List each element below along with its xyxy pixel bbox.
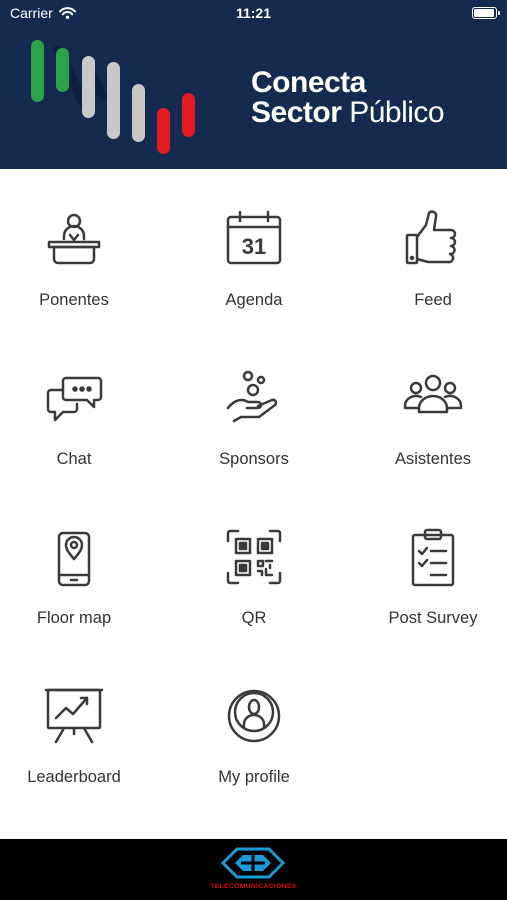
menu-item-floor-map[interactable]: Floor map xyxy=(0,487,154,637)
phone-location-icon xyxy=(57,531,91,587)
clock: 11:21 xyxy=(235,5,272,21)
menu-item-agenda[interactable]: 31 Agenda xyxy=(174,169,334,319)
logo-bar-gray-1 xyxy=(82,56,95,118)
menu-item-label: Ponentes xyxy=(39,291,109,309)
menu-item-sponsors[interactable]: Sponsors xyxy=(174,328,334,478)
menu-item-label: Floor map xyxy=(36,609,112,627)
user-circle-icon xyxy=(227,689,281,743)
menu-item-leaderboard[interactable]: Leaderboard xyxy=(0,646,154,796)
menu-item-chat[interactable]: Chat xyxy=(0,328,154,478)
menu-item-label: Post Survey xyxy=(388,609,478,627)
logo-bar-red-2 xyxy=(182,93,195,137)
qr-code-icon xyxy=(226,529,282,585)
header-title-regular: Público xyxy=(349,96,445,129)
menu-item-label: Agenda xyxy=(225,291,283,309)
calendar-day-number: 31 xyxy=(242,234,266,259)
clipboard-checklist-icon xyxy=(411,528,455,587)
logo-bar-red-1 xyxy=(157,108,170,154)
logo-bar-green-1 xyxy=(31,40,44,102)
menu-item-feed[interactable]: Feed xyxy=(353,169,507,319)
thumbs-up-icon xyxy=(405,210,457,265)
menu-item-post-survey[interactable]: Post Survey xyxy=(353,487,507,637)
menu-item-qr[interactable]: QR xyxy=(174,487,334,637)
status-bar: Carrier 11:21 xyxy=(0,0,507,26)
menu-item-label: Asistentes xyxy=(394,450,472,468)
footer-brand-text: TELECOMUNICACIONES xyxy=(210,883,297,890)
speaker-podium-icon xyxy=(47,213,101,265)
people-group-icon xyxy=(403,374,463,414)
menu-item-label: Chat xyxy=(56,450,92,468)
menu-item-label: QR xyxy=(241,609,267,627)
telecom-logo-icon xyxy=(221,847,285,879)
menu-item-label: My profile xyxy=(218,768,290,786)
menu-item-label: Feed xyxy=(414,291,452,309)
header-title-bold: Sector xyxy=(251,96,342,129)
event-logo-bars xyxy=(31,40,195,154)
hand-coins-icon xyxy=(226,370,278,423)
presentation-chart-icon xyxy=(44,688,104,744)
footer-brand-bar: TELECOMUNICACIONES xyxy=(0,839,507,900)
logo-bar-gray-3 xyxy=(132,84,145,142)
header-title-line2: Sector Público xyxy=(251,96,445,130)
menu-grid: Ponentes 31 Agenda Feed Chat Sponsors As… xyxy=(0,169,507,839)
battery-icon xyxy=(472,7,500,19)
menu-item-asistentes[interactable]: Asistentes xyxy=(353,328,507,478)
calendar-icon: 31 xyxy=(226,210,282,265)
menu-item-ponentes[interactable]: Ponentes xyxy=(0,169,154,319)
menu-item-my-profile[interactable]: My profile xyxy=(174,646,334,796)
menu-item-label: Sponsors xyxy=(219,450,289,468)
logo-bar-gray-2 xyxy=(107,62,120,139)
chat-bubbles-icon xyxy=(46,376,103,422)
menu-item-label: Leaderboard xyxy=(27,768,121,786)
logo-bar-green-2 xyxy=(56,48,69,92)
header-banner: Conecta Sector Público xyxy=(0,26,507,169)
header-title-line1: Conecta xyxy=(251,66,366,99)
